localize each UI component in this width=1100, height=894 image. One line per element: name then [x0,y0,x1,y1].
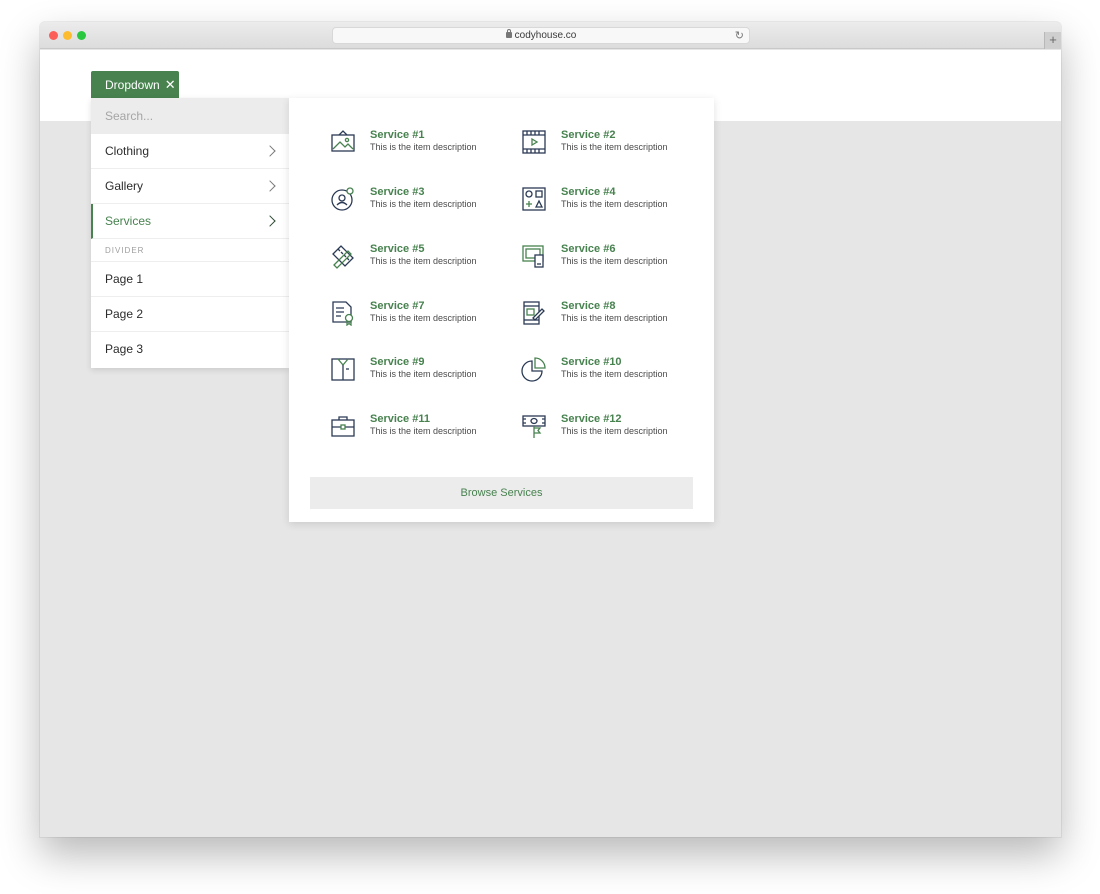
minimize-window-button[interactable] [63,31,72,40]
shapes-icon [522,187,546,211]
chevron-right-icon [264,145,276,157]
service-item-4[interactable]: Service #4 This is the item description [521,186,701,216]
service-description: This is the item description [370,199,477,209]
service-description: This is the item description [370,256,477,266]
money-flag-icon [522,415,546,438]
ruler-pencil-icon [332,245,354,269]
service-item-8[interactable]: Service #8 This is the item description [521,300,701,330]
service-title: Service #2 [561,129,616,141]
service-item-12[interactable]: Service #12 This is the item description [521,413,701,443]
browser-window: codyhouse.co ↻ + Dropdown ✕ Search... Clo… [40,22,1061,837]
service-description: This is the item description [561,199,668,209]
service-description: This is the item description [561,426,668,436]
menu-item-label: Page 2 [105,307,144,321]
lock-icon [505,29,512,38]
services-panel: Service #1 This is the item description … [289,98,714,522]
service-item-9[interactable]: Service #9 This is the item description [330,356,510,386]
service-item-5[interactable]: Service #5 This is the item description [330,243,510,273]
picture-icon [331,130,355,152]
service-description: This is the item description [370,313,477,323]
user-profile-icon [331,187,354,211]
service-title: Service #1 [370,129,425,141]
reload-icon[interactable]: ↻ [735,29,744,43]
service-item-1[interactable]: Service #1 This is the item description [330,129,510,159]
menu-item-page-2[interactable]: Page 2 [91,297,289,332]
dropdown-label: Dropdown [105,78,160,92]
menu-item-label: Services [105,214,152,228]
menu-item-label: Page 1 [105,272,144,286]
menu-item-label: Page 3 [105,342,144,356]
browse-services-button[interactable]: Browse Services [310,477,693,509]
menu-divider-label: DIVIDER [91,239,289,262]
service-title: Service #6 [561,243,616,255]
service-title: Service #11 [370,413,430,425]
pie-chart-icon [521,357,546,382]
devices-icon [522,245,544,268]
menu-item-page-3[interactable]: Page 3 [91,332,289,367]
dropdown-button[interactable]: Dropdown ✕ [91,71,179,98]
menu-item-services[interactable]: Services [91,204,289,239]
service-title: Service #9 [370,356,425,368]
dropdown-menu: Search... Clothing Gallery Services DIVI… [91,98,289,368]
menu-item-label: Clothing [105,144,150,158]
close-window-button[interactable] [49,31,58,40]
menu-item-gallery[interactable]: Gallery [91,169,289,204]
maximize-window-button[interactable] [77,31,86,40]
menu-item-clothing[interactable]: Clothing [91,134,289,169]
search-input[interactable]: Search... [91,98,289,134]
service-item-3[interactable]: Service #3 This is the item description [330,186,510,216]
service-description: This is the item description [370,426,477,436]
menu-item-page-1[interactable]: Page 1 [91,262,289,297]
service-title: Service #12 [561,413,622,425]
shirt-box-icon [331,358,355,381]
service-item-11[interactable]: Service #11 This is the item description [330,413,510,443]
chevron-right-icon [264,215,276,227]
service-title: Service #7 [370,300,425,312]
browser-titlebar: codyhouse.co ↻ + [40,22,1061,49]
service-description: This is the item description [561,369,668,379]
service-title: Service #5 [370,243,425,255]
menu-item-label: Gallery [105,179,144,193]
service-title: Service #4 [561,186,616,198]
service-title: Service #8 [561,300,616,312]
service-description: This is the item description [370,369,477,379]
service-item-2[interactable]: Service #2 This is the item description [521,129,701,159]
service-title: Service #3 [370,186,425,198]
service-item-7[interactable]: Service #7 This is the item description [330,300,510,330]
address-bar[interactable]: codyhouse.co ↻ [332,27,750,44]
new-tab-button[interactable]: + [1044,32,1061,49]
video-film-icon [522,130,546,154]
service-description: This is the item description [561,313,668,323]
service-item-6[interactable]: Service #6 This is the item description [521,243,701,273]
certificate-icon [332,301,354,326]
service-description: This is the item description [561,142,668,152]
close-icon[interactable]: ✕ [165,71,176,98]
briefcase-icon [331,416,355,437]
mobile-edit-icon [523,301,545,325]
service-description: This is the item description [561,256,668,266]
service-item-10[interactable]: Service #10 This is the item description [521,356,701,386]
chevron-right-icon [264,180,276,192]
service-description: This is the item description [370,142,477,152]
url-text: codyhouse.co [514,30,577,41]
service-title: Service #10 [561,356,622,368]
